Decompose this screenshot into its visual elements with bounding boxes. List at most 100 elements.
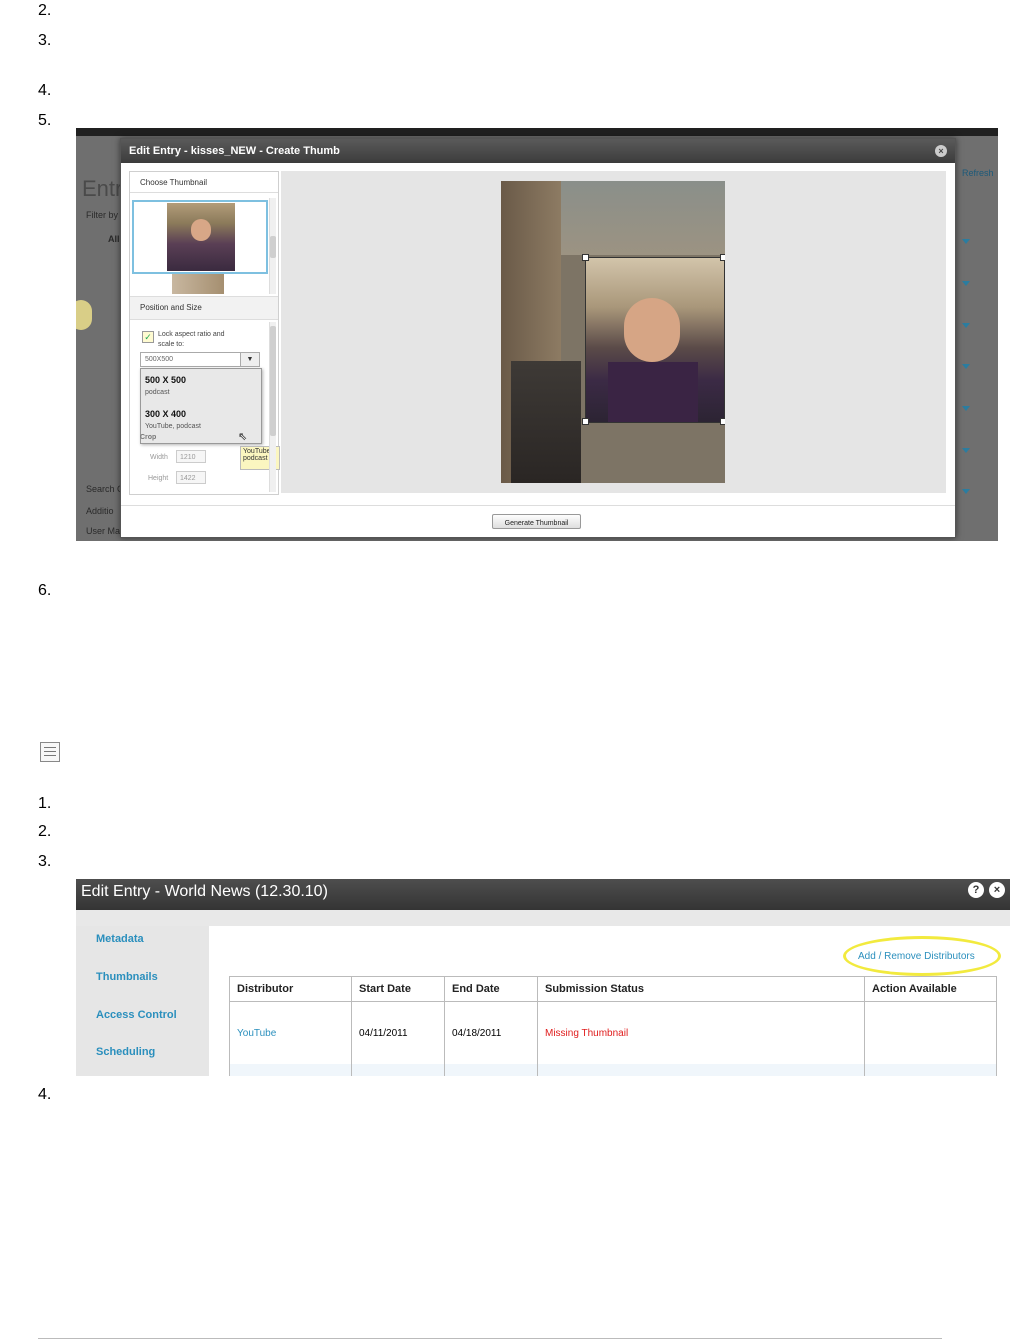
thumbnail-option[interactable]	[172, 274, 224, 294]
table-cell	[864, 1064, 997, 1076]
crop-handle[interactable]	[582, 254, 589, 261]
create-thumb-modal: Edit Entry - kisses_NEW - Create Thumb ×…	[120, 138, 956, 538]
help-icon[interactable]: ?	[968, 882, 984, 898]
edit-entry-screenshot: Edit Entry - World News (12.30.10) ? × M…	[76, 879, 1010, 1076]
face-shape	[624, 298, 680, 362]
table-cell	[229, 1064, 352, 1076]
start-date-cell: 04/11/2011	[351, 1001, 445, 1064]
background-filter-label: Filter by	[86, 210, 119, 220]
table-cell	[351, 1064, 445, 1076]
list-icon	[40, 742, 60, 762]
select-value: 500X500	[145, 356, 174, 363]
width-field[interactable]: 1210	[176, 450, 206, 463]
distributor-link[interactable]: YouTube	[229, 1001, 352, 1064]
thumbnail-option-selected[interactable]	[132, 200, 268, 274]
chevron-down-icon	[962, 448, 970, 453]
options-scrollbar[interactable]	[269, 322, 276, 492]
source-photo	[501, 181, 725, 483]
scale-to-label: scale to:	[158, 341, 185, 348]
step-number: 3.	[38, 32, 52, 49]
end-date-cell: 04/18/2011	[444, 1001, 538, 1064]
sidebar-item-scheduling[interactable]: Scheduling	[96, 1046, 155, 1058]
footer-divider	[38, 1338, 942, 1339]
dress-shape	[608, 362, 698, 422]
column-header: Submission Status	[537, 976, 865, 1002]
background-additional-label: Additio	[86, 506, 114, 516]
chevron-down-icon	[962, 406, 970, 411]
table-header-row: Distributor Start Date End Date Submissi…	[229, 976, 997, 1002]
close-icon[interactable]: ×	[935, 145, 947, 157]
generate-thumbnail-button[interactable]: Generate Thumbnail	[492, 514, 581, 529]
cursor-icon: ⇖	[238, 431, 248, 443]
scale-size-select[interactable]: 500X500 ▼	[140, 352, 260, 367]
step-number: 4.	[38, 82, 52, 99]
lock-aspect-checkbox[interactable]: ✓	[142, 331, 154, 343]
thumbnail-scrollbar[interactable]	[269, 198, 276, 294]
step-number: 6.	[38, 582, 52, 599]
column-header: End Date	[444, 976, 538, 1002]
thumbnail-image	[167, 203, 235, 271]
step-number: 2.	[38, 2, 52, 19]
chevron-down-icon	[962, 364, 970, 369]
action-cell	[864, 1001, 997, 1064]
column-header: Start Date	[351, 976, 445, 1002]
column-header: Distributor	[229, 976, 352, 1002]
crop-handle[interactable]	[720, 418, 725, 425]
face-shape	[191, 219, 211, 241]
sidebar-item-access-control[interactable]: Access Control	[96, 1009, 177, 1021]
step-number: 3.	[38, 853, 52, 870]
position-size-heading: Position and Size	[140, 303, 202, 312]
photo-stairs	[511, 361, 581, 483]
chevron-down-icon	[962, 281, 970, 286]
modal-title: Edit Entry - kisses_NEW - Create Thumb	[129, 145, 340, 157]
position-size-header: Position and Size	[130, 296, 278, 320]
sidebar-item-metadata[interactable]: Metadata	[96, 933, 144, 945]
background-refresh-link: Refresh	[962, 168, 994, 178]
choose-thumbnail-heading: Choose Thumbnail	[140, 178, 208, 187]
chevron-down-icon	[962, 323, 970, 328]
thumbnail-options-panel: Choose Thumbnail Position and Size ✓ Loc…	[129, 171, 280, 495]
step-number: 4.	[38, 1086, 52, 1103]
background-user-label: User Ma	[86, 526, 121, 536]
width-label: Width	[150, 454, 168, 461]
create-thumb-screenshot: Entri Filter by All Search Ca Additio Us…	[76, 128, 998, 541]
height-label: Height	[148, 475, 169, 482]
toolbar-strip	[76, 910, 1010, 926]
dropdown-option-tags: podcast	[145, 389, 170, 396]
distributors-table: Distributor Start Date End Date Submissi…	[229, 976, 997, 1076]
dropdown-option-tags: YouTube, podcast	[145, 423, 201, 430]
modal-title-bar: Edit Entry - kisses_NEW - Create Thumb ×	[121, 139, 955, 163]
dropdown-option-size[interactable]: 300 X 400	[145, 409, 186, 419]
crop-label: Crop	[140, 434, 157, 441]
edit-entry-sidebar: Metadata Thumbnails Access Control Sched…	[76, 926, 209, 1076]
column-header: Action Available	[864, 976, 997, 1002]
scrollbar-thumb[interactable]	[270, 236, 276, 258]
app-header-strip	[76, 128, 998, 136]
crop-preview-area	[281, 171, 946, 493]
table-row	[229, 1064, 997, 1076]
chevron-down-icon	[962, 239, 970, 244]
submission-status-cell: Missing Thumbnail	[537, 1001, 865, 1064]
table-row: YouTube 04/11/2011 04/18/2011 Missing Th…	[229, 1001, 997, 1064]
dropdown-option-size[interactable]: 500 X 500	[145, 375, 186, 385]
scrollbar-thumb[interactable]	[270, 326, 276, 436]
step-number: 5.	[38, 112, 52, 129]
background-all-label: All	[108, 234, 120, 244]
height-field[interactable]: 1422	[176, 471, 206, 484]
highlight-marker	[76, 300, 92, 330]
modal-title: Edit Entry - World News (12.30.10)	[81, 883, 328, 900]
chevron-down-icon	[962, 489, 970, 494]
modal-title-bar: Edit Entry - World News (12.30.10) ? ×	[76, 879, 1010, 910]
divider	[130, 192, 278, 193]
crop-handle[interactable]	[720, 254, 725, 261]
close-icon[interactable]: ×	[989, 882, 1005, 898]
table-cell	[537, 1064, 865, 1076]
sidebar-item-thumbnails[interactable]: Thumbnails	[96, 971, 158, 983]
divider	[121, 505, 955, 506]
crop-handle[interactable]	[582, 418, 589, 425]
step-number: 1.	[38, 795, 52, 812]
crop-selection[interactable]	[585, 257, 725, 423]
add-remove-distributors-link[interactable]: Add / Remove Distributors	[858, 951, 975, 962]
step-number: 2.	[38, 823, 52, 840]
chevron-down-icon[interactable]: ▼	[240, 353, 259, 366]
